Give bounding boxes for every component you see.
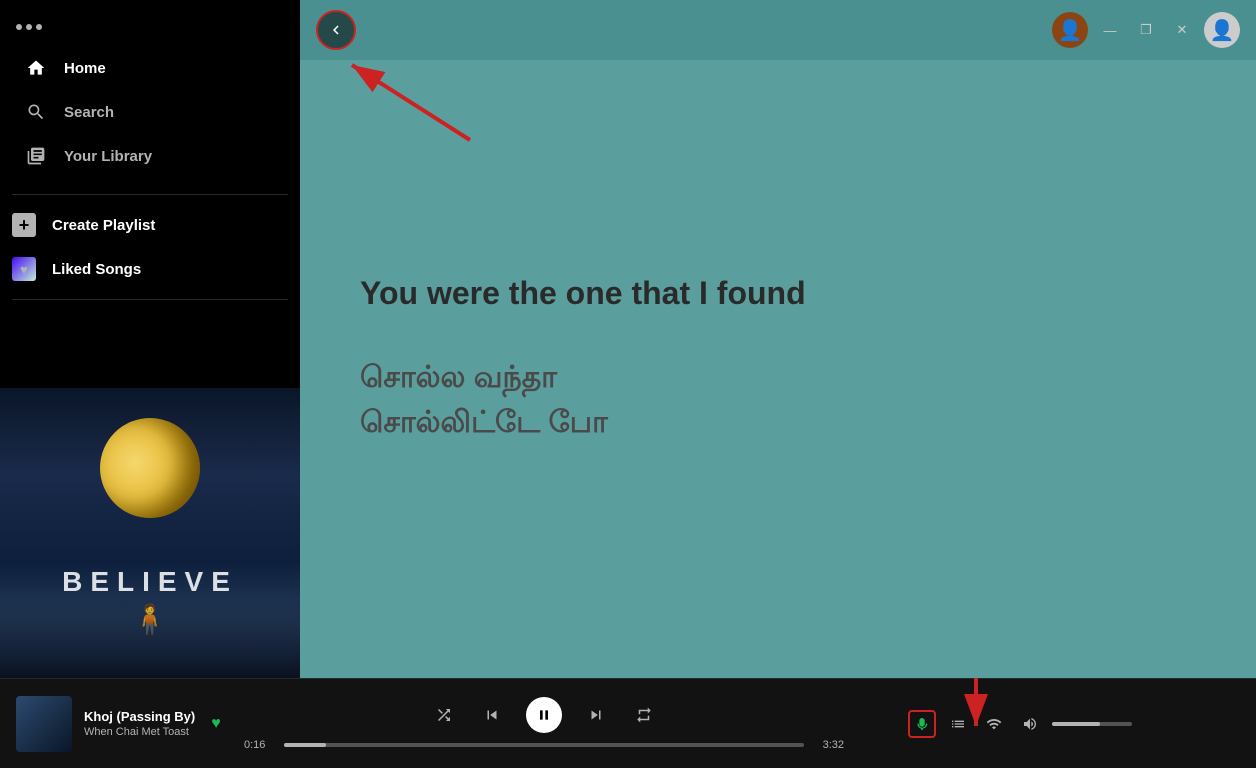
track-artist: When Chai Met Toast bbox=[84, 726, 195, 738]
sidebar-item-search[interactable]: Search bbox=[12, 90, 288, 134]
volume-fill bbox=[1052, 722, 1100, 726]
next-button[interactable] bbox=[582, 701, 610, 729]
sidebar-item-home[interactable]: Home bbox=[12, 46, 288, 90]
lyric-tamil-2: சொல்லிட்டே போ bbox=[360, 400, 1196, 445]
plus-icon: + bbox=[12, 213, 36, 237]
home-icon bbox=[24, 56, 48, 80]
moon-graphic bbox=[100, 418, 200, 518]
prev-button[interactable] bbox=[478, 701, 506, 729]
top-bar: 👤 — ❐ ✕ 👤 bbox=[300, 0, 1256, 60]
track-text: Khoj (Passing By) When Chai Met Toast bbox=[84, 709, 195, 738]
track-name: Khoj (Passing By) bbox=[84, 709, 195, 724]
player-right-controls bbox=[852, 710, 1132, 738]
track-thumbnail bbox=[16, 696, 72, 752]
sidebar-item-library[interactable]: Your Library bbox=[12, 134, 288, 178]
repeat-button[interactable] bbox=[630, 701, 658, 729]
mountain-bg bbox=[0, 598, 300, 678]
progress-row: 0:16 3:32 bbox=[244, 739, 844, 751]
create-playlist-button[interactable]: + Create Playlist bbox=[0, 203, 300, 247]
sidebar-album: BELIEVE 🧍 bbox=[0, 388, 300, 678]
lyric-line-1: You were the one that I found bbox=[360, 273, 1196, 315]
control-buttons bbox=[430, 697, 658, 733]
search-label: Search bbox=[64, 104, 114, 121]
sidebar-divider bbox=[12, 194, 288, 195]
liked-songs-button[interactable]: ♥ Liked Songs bbox=[0, 247, 300, 291]
progress-fill bbox=[284, 743, 326, 747]
sidebar-divider-2 bbox=[12, 299, 288, 300]
content-area: 👤 — ❐ ✕ 👤 You were the one that I found … bbox=[300, 0, 1256, 678]
user-avatar[interactable]: 👤 bbox=[1052, 12, 1088, 48]
back-button[interactable] bbox=[316, 10, 356, 50]
close-button[interactable]: ✕ bbox=[1168, 16, 1196, 44]
create-playlist-label: Create Playlist bbox=[52, 217, 155, 234]
album-title: BELIEVE bbox=[62, 566, 238, 598]
heart-icon: ♥ bbox=[12, 257, 36, 281]
heart-button[interactable]: ♥ bbox=[211, 715, 221, 733]
library-label: Your Library bbox=[64, 148, 152, 165]
window-controls: 👤 — ❐ ✕ 👤 bbox=[1052, 12, 1240, 48]
library-icon bbox=[24, 144, 48, 168]
shuffle-button[interactable] bbox=[430, 701, 458, 729]
lyric-tamil-1: சொல்ல வந்தா bbox=[360, 355, 1196, 400]
devices-button[interactable] bbox=[980, 710, 1008, 738]
sidebar: Home Search Your Library bbox=[0, 0, 300, 678]
minimize-button[interactable]: — bbox=[1096, 16, 1124, 44]
lyric-line-2: சொல்ல வந்தா சொல்லிட்டே போ bbox=[360, 355, 1196, 445]
home-label: Home bbox=[64, 60, 106, 77]
time-total: 3:32 bbox=[814, 739, 844, 751]
maximize-button[interactable]: ❐ bbox=[1132, 16, 1160, 44]
time-current: 0:16 bbox=[244, 739, 274, 751]
player-controls: 0:16 3:32 bbox=[244, 697, 844, 751]
liked-songs-label: Liked Songs bbox=[52, 261, 141, 278]
search-icon bbox=[24, 100, 48, 124]
window-dots bbox=[12, 16, 288, 46]
player-track-info: Khoj (Passing By) When Chai Met Toast ♥ bbox=[16, 696, 236, 752]
queue-button[interactable] bbox=[944, 710, 972, 738]
user-avatar-right[interactable]: 👤 bbox=[1204, 12, 1240, 48]
progress-bar[interactable] bbox=[284, 743, 804, 747]
player-bar: Khoj (Passing By) When Chai Met Toast ♥ bbox=[0, 678, 1256, 768]
volume-icon[interactable] bbox=[1016, 710, 1044, 738]
pause-button[interactable] bbox=[526, 697, 562, 733]
volume-bar[interactable] bbox=[1052, 722, 1132, 726]
lyrics-area: You were the one that I found சொல்ல வந்த… bbox=[300, 0, 1256, 678]
lyrics-button[interactable] bbox=[908, 710, 936, 738]
